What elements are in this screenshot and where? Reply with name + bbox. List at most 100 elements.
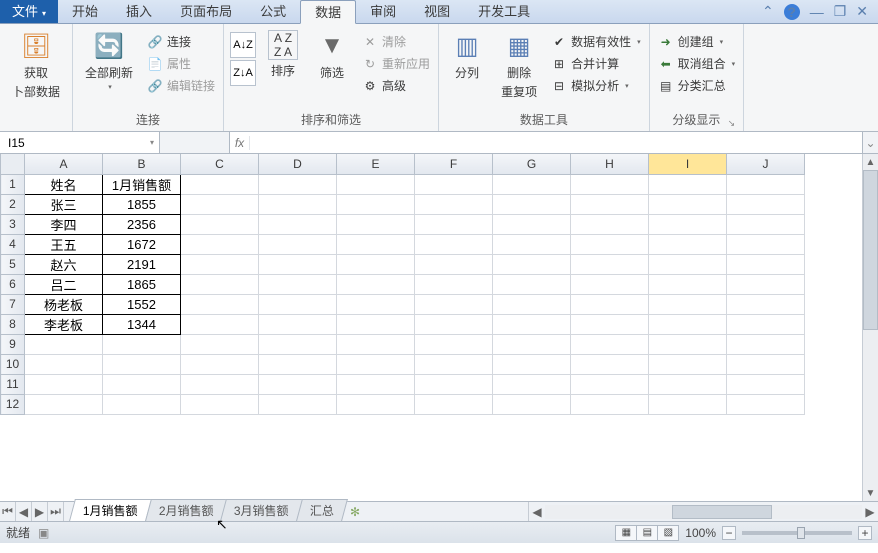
cell-E3[interactable]: [337, 214, 415, 234]
col-header-J[interactable]: J: [727, 154, 805, 174]
get-external-data-button[interactable]: 🗄 获取 卜部数据: [6, 28, 66, 102]
zoom-in-button[interactable]: +: [858, 526, 872, 540]
new-sheet-button[interactable]: ✻: [344, 502, 366, 521]
cell-G9[interactable]: [493, 334, 571, 354]
row-header-11[interactable]: 11: [1, 374, 25, 394]
row-header-3[interactable]: 3: [1, 214, 25, 234]
row-header-4[interactable]: 4: [1, 234, 25, 254]
cell-C5[interactable]: [181, 254, 259, 274]
cell-B7[interactable]: 1552: [103, 294, 181, 314]
cell-E11[interactable]: [337, 374, 415, 394]
row-header-2[interactable]: 2: [1, 194, 25, 214]
cell-I4[interactable]: [649, 234, 727, 254]
cell-D4[interactable]: [259, 234, 337, 254]
row-header-12[interactable]: 12: [1, 394, 25, 414]
cell-I1[interactable]: [649, 174, 727, 194]
cell-I6[interactable]: [649, 274, 727, 294]
sheet-tab-0[interactable]: 1月销售额: [69, 499, 152, 521]
cell-D5[interactable]: [259, 254, 337, 274]
cell-E7[interactable]: [337, 294, 415, 314]
cell-F3[interactable]: [415, 214, 493, 234]
macro-icon[interactable]: ▣: [38, 526, 49, 540]
cell-I3[interactable]: [649, 214, 727, 234]
cell-B8[interactable]: 1344: [103, 314, 181, 334]
text-to-columns-button[interactable]: ▥ 分列: [445, 28, 489, 83]
cell-I9[interactable]: [649, 334, 727, 354]
cell-J7[interactable]: [727, 294, 805, 314]
cell-B1[interactable]: 1月销售额: [103, 174, 181, 194]
cell-B12[interactable]: [103, 394, 181, 414]
cell-C4[interactable]: [181, 234, 259, 254]
cell-B10[interactable]: [103, 354, 181, 374]
cell-G12[interactable]: [493, 394, 571, 414]
cell-C2[interactable]: [181, 194, 259, 214]
cell-E8[interactable]: [337, 314, 415, 334]
advanced-filter-button[interactable]: ⚙高级: [360, 76, 432, 95]
cell-E10[interactable]: [337, 354, 415, 374]
tab-view[interactable]: 视图: [410, 0, 464, 23]
name-box[interactable]: I15: [0, 132, 160, 153]
cell-H7[interactable]: [571, 294, 649, 314]
cell-A12[interactable]: [25, 394, 103, 414]
tab-file[interactable]: 文件: [0, 0, 58, 23]
cell-J4[interactable]: [727, 234, 805, 254]
cell-B3[interactable]: 2356: [103, 214, 181, 234]
cell-F8[interactable]: [415, 314, 493, 334]
cell-C10[interactable]: [181, 354, 259, 374]
cell-A4[interactable]: 王五: [25, 234, 103, 254]
cell-J8[interactable]: [727, 314, 805, 334]
select-all-corner[interactable]: [1, 154, 25, 174]
cell-C3[interactable]: [181, 214, 259, 234]
cell-A7[interactable]: 杨老板: [25, 294, 103, 314]
sheet-next-icon[interactable]: ▶: [32, 502, 48, 521]
col-header-F[interactable]: F: [415, 154, 493, 174]
horizontal-scrollbar[interactable]: ◀ ▶: [528, 502, 878, 521]
cell-E5[interactable]: [337, 254, 415, 274]
refresh-all-button[interactable]: 🔄 全部刷新: [79, 28, 139, 93]
cell-J11[interactable]: [727, 374, 805, 394]
cell-H2[interactable]: [571, 194, 649, 214]
connections-button[interactable]: 🔗连接: [145, 32, 217, 51]
cell-F5[interactable]: [415, 254, 493, 274]
cell-J10[interactable]: [727, 354, 805, 374]
cell-C8[interactable]: [181, 314, 259, 334]
view-page-break-button[interactable]: ▧: [657, 525, 679, 541]
cell-J1[interactable]: [727, 174, 805, 194]
cell-G6[interactable]: [493, 274, 571, 294]
group-label-outline[interactable]: 分级显示: [656, 109, 738, 131]
cell-E4[interactable]: [337, 234, 415, 254]
cell-H12[interactable]: [571, 394, 649, 414]
cell-G7[interactable]: [493, 294, 571, 314]
vscroll-thumb[interactable]: [863, 170, 878, 330]
cell-F1[interactable]: [415, 174, 493, 194]
zoom-out-button[interactable]: −: [722, 526, 736, 540]
cell-D8[interactable]: [259, 314, 337, 334]
cell-E9[interactable]: [337, 334, 415, 354]
cell-I2[interactable]: [649, 194, 727, 214]
cell-D7[interactable]: [259, 294, 337, 314]
cell-H11[interactable]: [571, 374, 649, 394]
cell-G5[interactable]: [493, 254, 571, 274]
cell-F2[interactable]: [415, 194, 493, 214]
cell-D3[interactable]: [259, 214, 337, 234]
cell-A9[interactable]: [25, 334, 103, 354]
sort-asc-button[interactable]: A↓Z: [230, 32, 256, 58]
col-header-I[interactable]: I: [649, 154, 727, 174]
hscroll-thumb[interactable]: [672, 505, 772, 519]
scroll-left-icon[interactable]: ◀: [529, 505, 545, 519]
sort-button[interactable]: A ZZ A 排序: [262, 28, 304, 81]
view-normal-button[interactable]: ▦: [615, 525, 637, 541]
cell-I10[interactable]: [649, 354, 727, 374]
cell-B2[interactable]: 1855: [103, 194, 181, 214]
formula-expand-icon[interactable]: ⌄: [862, 132, 878, 153]
cell-D10[interactable]: [259, 354, 337, 374]
vertical-scrollbar[interactable]: ▲ ▼: [862, 154, 878, 501]
cell-A5[interactable]: 赵六: [25, 254, 103, 274]
sheet-first-icon[interactable]: ⏮: [0, 502, 16, 521]
cell-C12[interactable]: [181, 394, 259, 414]
cell-G4[interactable]: [493, 234, 571, 254]
scroll-up-icon[interactable]: ▲: [863, 154, 878, 170]
col-header-H[interactable]: H: [571, 154, 649, 174]
row-header-9[interactable]: 9: [1, 334, 25, 354]
cell-J5[interactable]: [727, 254, 805, 274]
